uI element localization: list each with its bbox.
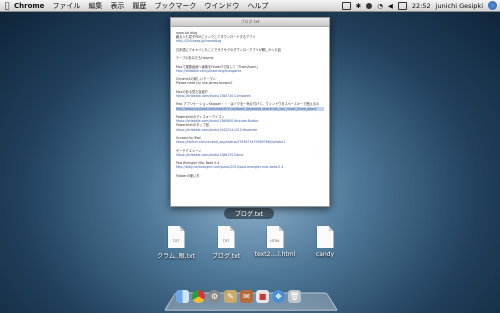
finder-icon[interactable]: [176, 290, 189, 303]
blank-document-icon: [316, 226, 334, 248]
menu-bar:  Chrome ファイル 編集 表示 履歴 ブックマーク ウインドウ ヘルプ …: [0, 0, 500, 12]
battery-icon[interactable]: [397, 1, 407, 10]
desktop-file[interactable]: HTML text2....l.html: [253, 226, 297, 258]
bluetooth-icon[interactable]: ✱: [356, 2, 361, 10]
menu-app-name[interactable]: Chrome: [14, 2, 44, 10]
menu-window[interactable]: ウインドウ: [204, 1, 239, 11]
html-document-icon: HTML: [266, 226, 284, 248]
file-name: text2....l.html: [254, 251, 296, 258]
file-name: クラム..眼.txt: [157, 253, 195, 260]
volume-icon[interactable]: ◀: [388, 2, 393, 10]
desktop-file[interactable]: TXT ブログ.txt: [204, 226, 248, 260]
desktop-file[interactable]: candy: [303, 226, 347, 258]
desktop-file[interactable]: TXT クラム..眼.txt: [154, 226, 198, 260]
text-document-icon: TXT: [167, 226, 185, 248]
text-document-icon: TXT: [217, 226, 235, 248]
menu-bookmarks[interactable]: ブックマーク: [154, 1, 196, 11]
calendar-icon[interactable]: ■: [256, 290, 269, 303]
text-line: http://www.youtube.com/watch?v=ashoom_ke…: [176, 106, 324, 111]
trash-icon[interactable]: 🗑: [288, 290, 301, 303]
pen-icon[interactable]: ✎: [224, 290, 237, 303]
stamp-icon[interactable]: ✉: [240, 290, 253, 303]
user-name[interactable]: junichi Gesipki: [436, 2, 483, 10]
wifi-icon[interactable]: ◔: [377, 2, 383, 10]
quicklook-titlebar: ブログ.txt: [171, 18, 329, 27]
preferences-icon[interactable]: ⚙: [208, 290, 221, 303]
file-name: candy: [315, 251, 335, 258]
text-line: Mac アプリケーションSkipper・・・はトクを一気片付けて。ウィンドウをス…: [176, 102, 320, 107]
quicklook-caption: ブログ.txt: [224, 208, 274, 219]
screen-icon[interactable]: [341, 1, 351, 10]
dock: ⚙ ✎ ✉ ■ ❖ 🗑: [176, 290, 301, 304]
menu-history[interactable]: 履歴: [132, 1, 146, 11]
spotlight-icon[interactable]: [488, 1, 497, 10]
status-area: ✱ ◔ ◀ 22:52 junichi Gesipki: [341, 0, 497, 11]
menu-edit[interactable]: 編集: [88, 1, 102, 11]
quicklook-text-content[interactable]: aaaa.txt blog 観る人も見ずPDFにリンクしてダウンロードするアプリ h…: [171, 27, 329, 210]
clock[interactable]: 22:52: [412, 2, 431, 10]
quicklook-window: ブログ.txt aaaa.txt blog 観る人も見ずPDFにリンクしてダウンロ…: [170, 17, 330, 207]
timemachine-icon[interactable]: [366, 2, 373, 9]
menu-file[interactable]: ファイル: [52, 1, 80, 11]
menu-help[interactable]: ヘルプ: [247, 1, 268, 11]
text-line: Fiddlerの使い方: [176, 173, 200, 178]
safari-icon[interactable]: ❖: [272, 290, 285, 303]
menu-view[interactable]: 表示: [110, 1, 124, 11]
file-name: ブログ.txt: [211, 253, 241, 260]
chrome-icon[interactable]: [192, 290, 205, 303]
apple-menu-icon[interactable]: : [0, 1, 14, 10]
